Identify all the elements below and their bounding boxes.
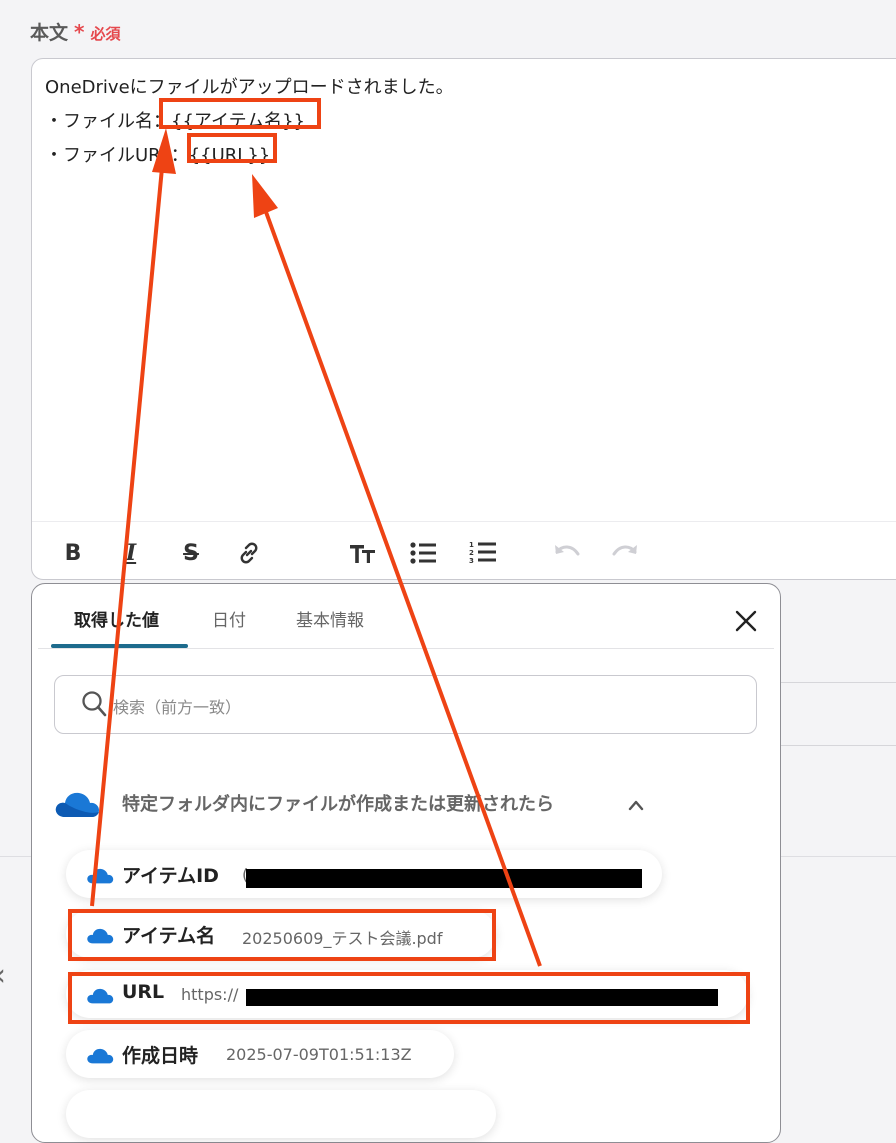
value-item-url[interactable]: URL https:// <box>66 970 748 1018</box>
background-divider <box>780 745 896 746</box>
background-chevron-icon: ‹ <box>0 958 6 993</box>
search-icon <box>81 690 107 722</box>
tab-retrieved-values[interactable]: 取得した値 <box>74 606 159 631</box>
italic-icon[interactable]: I <box>116 533 146 573</box>
svg-text:2: 2 <box>469 549 474 557</box>
value-item-name: アイテム名 <box>122 925 216 947</box>
undo-icon[interactable] <box>552 533 582 573</box>
chevron-up-icon[interactable] <box>628 796 644 815</box>
svg-text:3: 3 <box>469 557 474 565</box>
search-placeholder: 検索（前方一致） <box>113 698 242 717</box>
onedrive-cloud-icon <box>86 866 114 888</box>
numbered-list-icon[interactable]: 123 <box>468 533 498 573</box>
body-editor[interactable]: OneDriveにファイルがアップロードされました。 ・ファイル名：{{アイテム… <box>31 58 896 580</box>
field-label-text: 本文 <box>30 22 69 44</box>
tabs-divider <box>38 648 774 649</box>
required-asterisk: * <box>74 20 85 44</box>
value-item-name: 作成日時 <box>122 1045 199 1067</box>
value-item-value: 2025-07-09T01:51:13Z <box>226 1045 412 1064</box>
value-item-value: https:// <box>181 985 239 1004</box>
value-item-item-id[interactable]: アイテムID ( <box>66 850 662 898</box>
close-icon[interactable] <box>731 606 761 636</box>
value-item-name: URL <box>122 981 165 1003</box>
text-size-icon[interactable] <box>348 533 378 573</box>
bullet-list-icon[interactable] <box>408 533 438 573</box>
bold-icon[interactable]: B <box>58 533 88 573</box>
redo-icon[interactable] <box>610 533 640 573</box>
redaction-bar <box>246 869 642 888</box>
onedrive-cloud-icon <box>86 1046 114 1068</box>
onedrive-cloud-icon <box>86 926 114 948</box>
value-item-partial[interactable] <box>66 1090 496 1138</box>
background-divider <box>780 682 896 683</box>
value-item-name: アイテムID <box>122 865 219 887</box>
trigger-group-header[interactable]: 特定フォルダ内にファイルが作成または更新されたら <box>54 784 754 820</box>
svg-text:1: 1 <box>469 541 474 549</box>
body-field-label: 本文 * 必須 <box>30 18 121 45</box>
onedrive-cloud-icon <box>86 986 114 1008</box>
value-item-created-at[interactable]: 作成日時 2025-07-09T01:51:13Z <box>66 1030 454 1078</box>
strikethrough-icon[interactable]: S <box>176 533 206 573</box>
value-item-value: 20250609_テスト会議.pdf <box>242 929 443 948</box>
toolbar-divider <box>32 521 896 522</box>
required-badge: 必須 <box>90 25 121 43</box>
value-picker-panel: 取得した値 日付 基本情報 検索（前方一致） 特定フォルダ内にファイルが作成また… <box>31 583 781 1143</box>
link-icon[interactable] <box>234 533 264 573</box>
editor-line-1: OneDriveにファイルがアップロードされました。 <box>45 77 454 98</box>
editor-line-2: ・ファイル名：{{アイテム名}} <box>45 111 306 132</box>
tab-basic-info[interactable]: 基本情報 <box>296 606 364 631</box>
editor-line-3: ・ファイルURL：{{URL}} <box>45 145 271 166</box>
editor-content[interactable]: OneDriveにファイルがアップロードされました。 ・ファイル名：{{アイテム… <box>45 71 454 173</box>
value-item-item-name[interactable]: アイテム名 20250609_テスト会議.pdf <box>66 910 496 958</box>
tab-date[interactable]: 日付 <box>212 606 246 631</box>
trigger-group-title: 特定フォルダ内にファイルが作成または更新されたら <box>122 794 554 815</box>
search-input[interactable]: 検索（前方一致） <box>54 675 757 734</box>
onedrive-cloud-icon <box>54 788 100 822</box>
redaction-bar <box>246 989 718 1006</box>
